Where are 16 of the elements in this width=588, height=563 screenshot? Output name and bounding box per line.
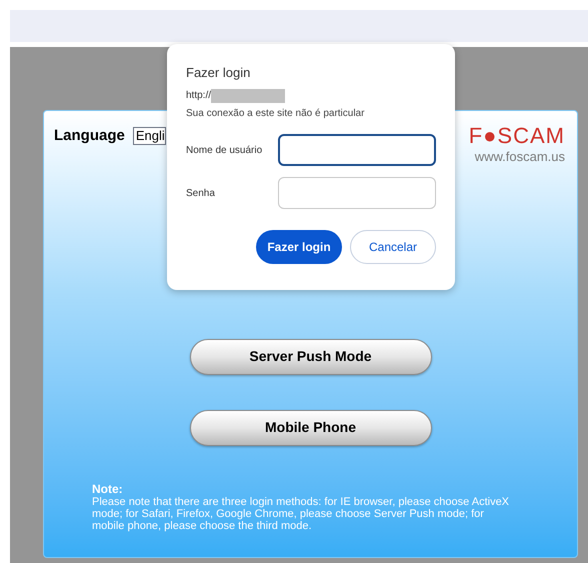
login-button[interactable]: Fazer login <box>256 230 342 264</box>
input-field[interactable] <box>278 134 436 166</box>
logo: F●SCAM <box>468 125 565 147</box>
field-label: Senha <box>186 186 216 200</box>
privacy-warning: Sua conexão a este site não é particular <box>186 107 366 121</box>
note-title: Note: <box>92 483 124 496</box>
note-text: Please note that there are three login methods: for IE browser, please choose ActiveX mode; for Safari, Firefox, Google Chrome, please choose Server Push mode; for mobile phone, please choose the third mode. <box>92 496 510 532</box>
site-url: http:// <box>186 89 212 103</box>
cancel-button[interactable]: Cancelar <box>350 230 436 264</box>
mode-button[interactable]: Mobile Phone <box>190 410 432 446</box>
mode-button[interactable]: Server Push Mode <box>190 338 432 374</box>
field-label: Nome de usuário <box>186 144 264 158</box>
dialog-title: Fazer login <box>186 65 252 81</box>
website-url: www.foscam.us <box>474 148 565 166</box>
language-select[interactable]: Engli <box>132 127 166 146</box>
language-label: Language <box>54 126 125 146</box>
